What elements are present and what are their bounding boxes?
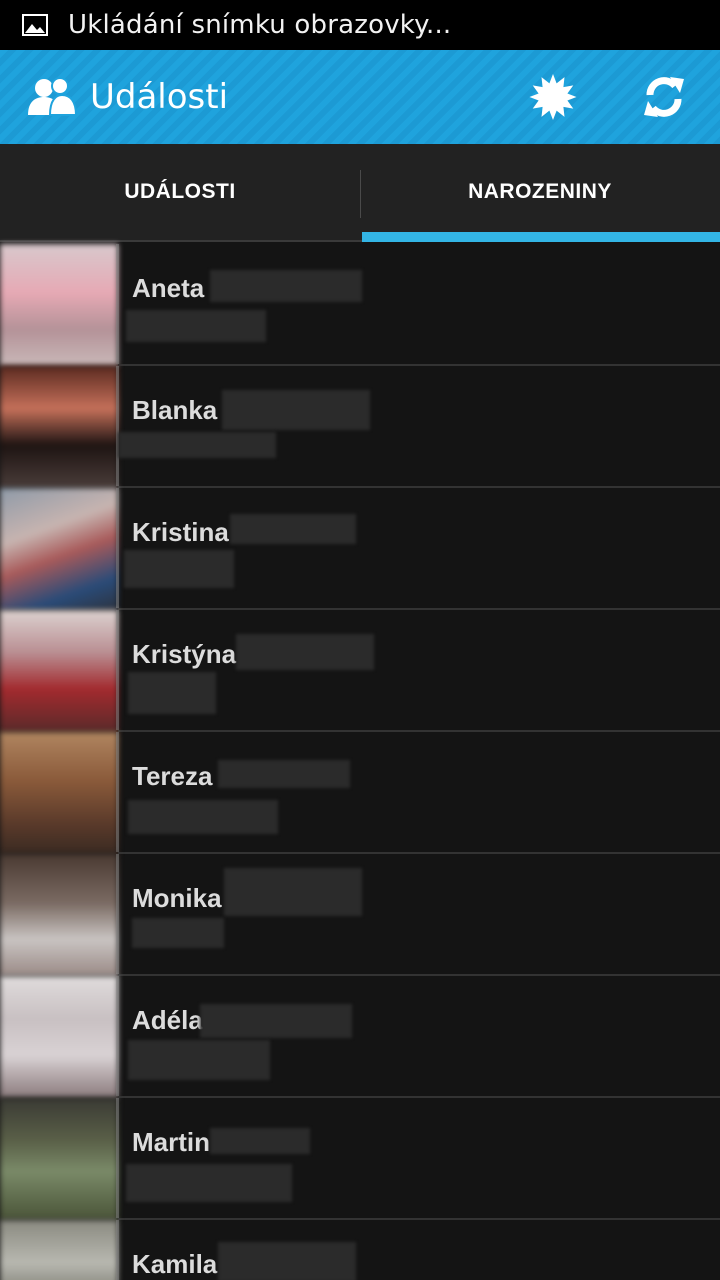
redacted-surname <box>218 1242 356 1280</box>
avatar <box>0 1220 118 1280</box>
list-item[interactable]: Blanka <box>0 366 720 488</box>
tab-birthdays[interactable]: NAROZENINY <box>360 144 720 242</box>
redacted-surname <box>218 760 350 788</box>
sun-button[interactable] <box>526 70 580 124</box>
tab-divider <box>360 170 361 218</box>
people-icon[interactable] <box>26 75 78 119</box>
redacted-surname <box>224 868 362 916</box>
contact-name: Kamila <box>132 1249 218 1279</box>
contact-name: Adéla <box>132 1005 203 1035</box>
status-text: Ukládání snímku obrazovky... <box>68 10 452 40</box>
birthday-list: Aneta Blanka Kristina Kristýna Tereza Mo… <box>0 244 720 1280</box>
list-item[interactable]: Martin <box>0 1098 720 1220</box>
contact-name: Monika <box>132 883 222 913</box>
contact-name: Kristina <box>132 517 229 547</box>
redacted-surname <box>230 514 356 544</box>
refresh-button[interactable] <box>637 70 691 124</box>
action-bar: Události <box>0 50 720 144</box>
redacted-surname <box>210 1128 310 1154</box>
avatar <box>0 610 118 732</box>
redacted-date <box>118 432 276 458</box>
avatar <box>0 366 118 488</box>
redacted-surname <box>210 270 362 302</box>
avatar <box>0 1098 118 1220</box>
avatar <box>0 244 118 366</box>
list-item[interactable]: Kristina <box>0 488 720 610</box>
list-item[interactable]: Aneta <box>0 244 720 366</box>
redacted-date <box>128 800 278 834</box>
redacted-date <box>126 1164 292 1202</box>
page-title: Události <box>90 77 229 117</box>
redacted-surname <box>236 634 374 670</box>
redacted-date <box>128 672 216 714</box>
redacted-surname <box>222 390 370 430</box>
contact-name: Aneta <box>132 273 205 303</box>
redacted-date <box>128 1040 270 1080</box>
contact-name: Tereza <box>132 761 213 791</box>
avatar <box>0 976 118 1098</box>
image-icon <box>22 14 48 36</box>
tab-events[interactable]: UDÁLOSTI <box>0 144 360 240</box>
list-item[interactable]: Tereza <box>0 732 720 854</box>
list-item[interactable]: Monika <box>0 854 720 976</box>
avatar <box>0 732 118 854</box>
list-item[interactable]: Kamila <box>0 1220 720 1280</box>
avatar <box>0 488 118 610</box>
avatar <box>0 854 118 976</box>
redacted-surname <box>200 1004 352 1038</box>
redacted-date <box>124 550 234 588</box>
list-item[interactable]: Adéla <box>0 976 720 1098</box>
redacted-date <box>132 918 224 948</box>
redacted-date <box>126 310 266 342</box>
contact-name: Kristýna <box>132 639 237 669</box>
contact-name: Martin <box>132 1127 210 1157</box>
contact-name: Blanka <box>132 395 218 425</box>
status-bar: Ukládání snímku obrazovky... <box>0 0 720 50</box>
refresh-icon <box>644 77 684 117</box>
list-item[interactable]: Kristýna <box>0 610 720 732</box>
sun-icon <box>529 74 577 120</box>
